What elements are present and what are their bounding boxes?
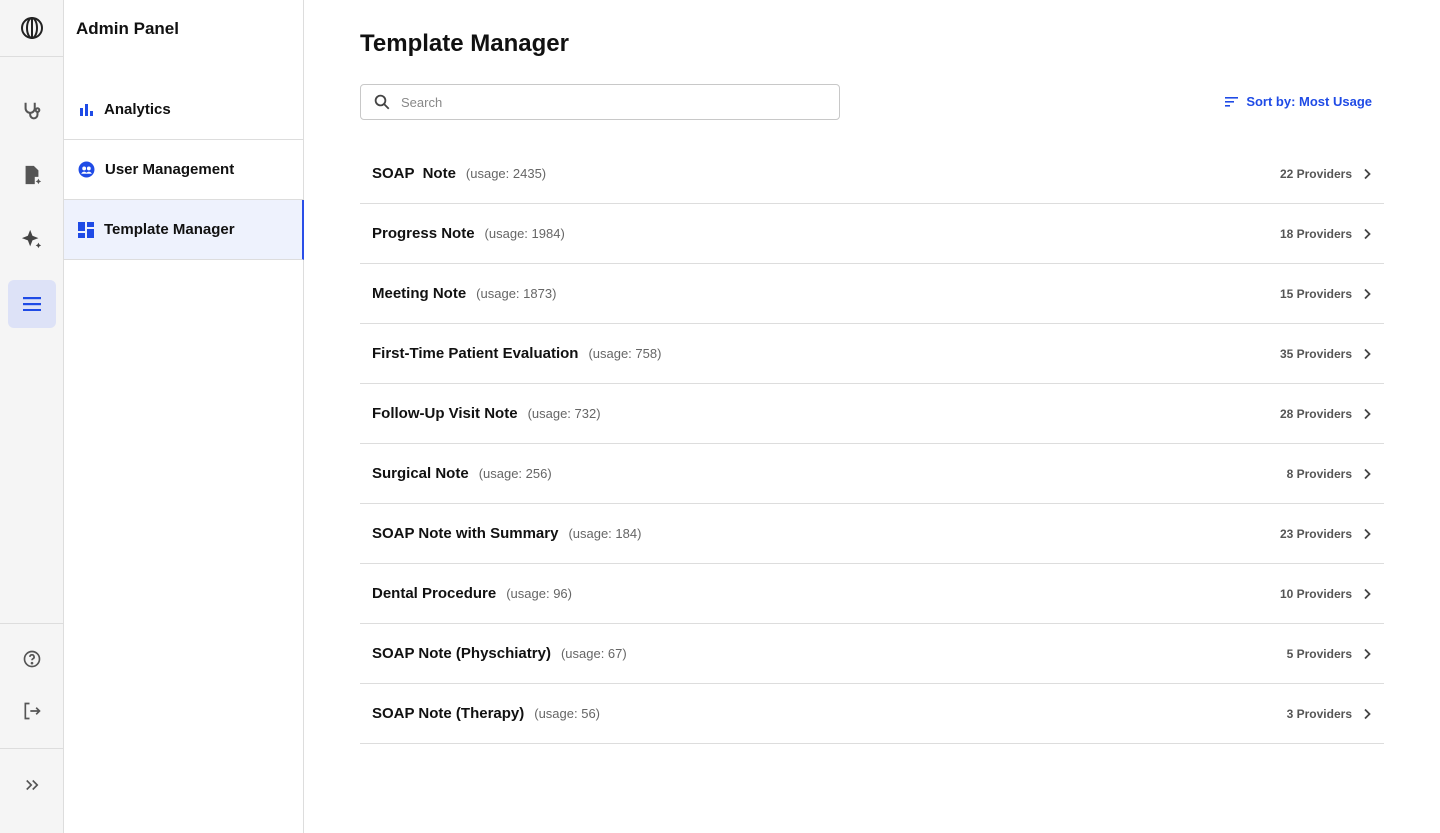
template-name: SOAP Note <box>372 165 456 182</box>
template-name: Follow-Up Visit Note <box>372 405 518 422</box>
template-name: SOAP Note with Summary <box>372 525 559 542</box>
menu-icon <box>23 297 41 311</box>
template-row[interactable]: SOAP Note (Therapy) (usage: 56) 3 Provid… <box>360 684 1384 744</box>
template-name: Dental Procedure <box>372 585 497 602</box>
expand-sidebar-button[interactable] <box>8 761 56 809</box>
template-usage: (usage: 2435) <box>465 166 547 181</box>
template-row[interactable]: SOAP Note (usage: 2435) 22 Providers <box>360 144 1384 204</box>
divider <box>0 623 63 624</box>
sort-label: Sort by: Most Usage <box>1246 94 1372 109</box>
template-row[interactable]: Meeting Note (usage: 1873) 15 Providers <box>360 264 1384 324</box>
template-name: Meeting Note <box>372 285 467 302</box>
providers-count: 5 Providers <box>1286 646 1352 661</box>
sidebar-item-label: Analytics <box>104 101 171 118</box>
chevron-right-icon <box>1362 588 1372 600</box>
bar-chart-icon <box>80 103 93 116</box>
template-row[interactable]: Progress Note (usage: 1984) 18 Providers <box>360 204 1384 264</box>
template-name: SOAP Note (Physchiatry) <box>372 645 551 662</box>
template-row[interactable]: Surgical Note (usage: 256) 8 Providers <box>360 444 1384 504</box>
providers-count: 3 Providers <box>1286 706 1352 721</box>
template-row[interactable]: First-Time Patient Evaluation (usage: 75… <box>360 324 1384 384</box>
sidebar-item-label: User Management <box>105 161 235 178</box>
logout-icon <box>24 702 41 720</box>
chevron-right-icon <box>1362 168 1372 180</box>
chevron-right-icon <box>1362 228 1372 240</box>
chevron-right-icon <box>1362 348 1372 360</box>
globe-logo-icon <box>20 17 43 39</box>
page-title: Template Manager <box>360 30 569 57</box>
providers-count: 23 Providers <box>1279 526 1352 541</box>
sidebar-item-label: Template Manager <box>104 221 235 238</box>
template-usage: (usage: 67) <box>560 646 627 661</box>
template-row[interactable]: Dental Procedure (usage: 96) 10 Provider… <box>360 564 1384 624</box>
template-row[interactable]: SOAP Note with Summary (usage: 184) 23 P… <box>360 504 1384 564</box>
icon-rail <box>0 0 64 833</box>
document-sparkle-icon <box>25 165 42 185</box>
providers-count: 10 Providers <box>1279 586 1352 601</box>
providers-count: 15 Providers <box>1279 286 1352 301</box>
template-usage: (usage: 184) <box>568 526 642 541</box>
providers-count: 18 Providers <box>1279 226 1352 241</box>
search-input[interactable] <box>401 94 821 110</box>
panel-title: Admin Panel <box>76 19 179 38</box>
template-name: First-Time Patient Evaluation <box>372 345 579 362</box>
sidebar-item-analytics[interactable]: Analytics <box>64 80 303 140</box>
template-usage: (usage: 256) <box>478 466 552 481</box>
sparkle-icon <box>21 229 42 249</box>
stethoscope-icon <box>24 102 41 120</box>
double-chevron-right-icon <box>26 779 39 791</box>
template-name: Progress Note <box>372 225 475 242</box>
chevron-right-icon <box>1362 528 1372 540</box>
template-usage: (usage: 1873) <box>476 286 557 301</box>
providers-count: 22 Providers <box>1279 166 1352 181</box>
providers-count: 28 Providers <box>1279 406 1352 421</box>
help-icon <box>23 650 41 668</box>
chevron-right-icon <box>1362 408 1372 420</box>
template-list: SOAP Note (usage: 2435) 22 Providers Pro… <box>360 144 1384 744</box>
sidebar-item-template-manager[interactable]: Template Manager <box>64 200 304 260</box>
sidebar-item-user-management[interactable]: User Management <box>64 140 303 200</box>
template-usage: (usage: 56) <box>534 706 601 721</box>
divider <box>0 748 63 749</box>
logo[interactable] <box>0 0 63 57</box>
template-usage: (usage: 732) <box>527 406 601 421</box>
template-name: SOAP Note (Therapy) <box>372 705 525 722</box>
template-row[interactable]: Follow-Up Visit Note (usage: 732) 28 Pro… <box>360 384 1384 444</box>
chevron-right-icon <box>1362 708 1372 720</box>
sort-button[interactable]: Sort by: Most Usage <box>1225 94 1372 109</box>
help-button[interactable] <box>8 635 56 683</box>
sort-icon <box>1225 96 1239 107</box>
logout-button[interactable] <box>8 687 56 735</box>
chevron-right-icon <box>1362 468 1372 480</box>
template-usage: (usage: 1984) <box>484 226 565 241</box>
chevron-right-icon <box>1362 288 1372 300</box>
ai-button[interactable] <box>8 215 56 263</box>
providers-count: 8 Providers <box>1286 466 1352 481</box>
chevron-right-icon <box>1362 648 1372 660</box>
search-icon <box>374 94 390 110</box>
stethoscope-button[interactable] <box>8 87 56 135</box>
template-name: Surgical Note <box>372 465 469 482</box>
dashboard-icon <box>78 221 94 238</box>
template-usage: (usage: 96) <box>506 586 572 601</box>
providers-count: 35 Providers <box>1279 346 1352 361</box>
notes-button[interactable] <box>8 151 56 199</box>
search-box[interactable] <box>360 84 840 120</box>
template-row[interactable]: SOAP Note (Physchiatry) (usage: 67) 5 Pr… <box>360 624 1384 684</box>
admin-panel-sidebar: Admin Panel Analytics User Management Te… <box>64 0 304 833</box>
admin-menu-button[interactable] <box>8 280 56 328</box>
users-icon <box>78 161 95 178</box>
template-usage: (usage: 758) <box>588 346 662 361</box>
